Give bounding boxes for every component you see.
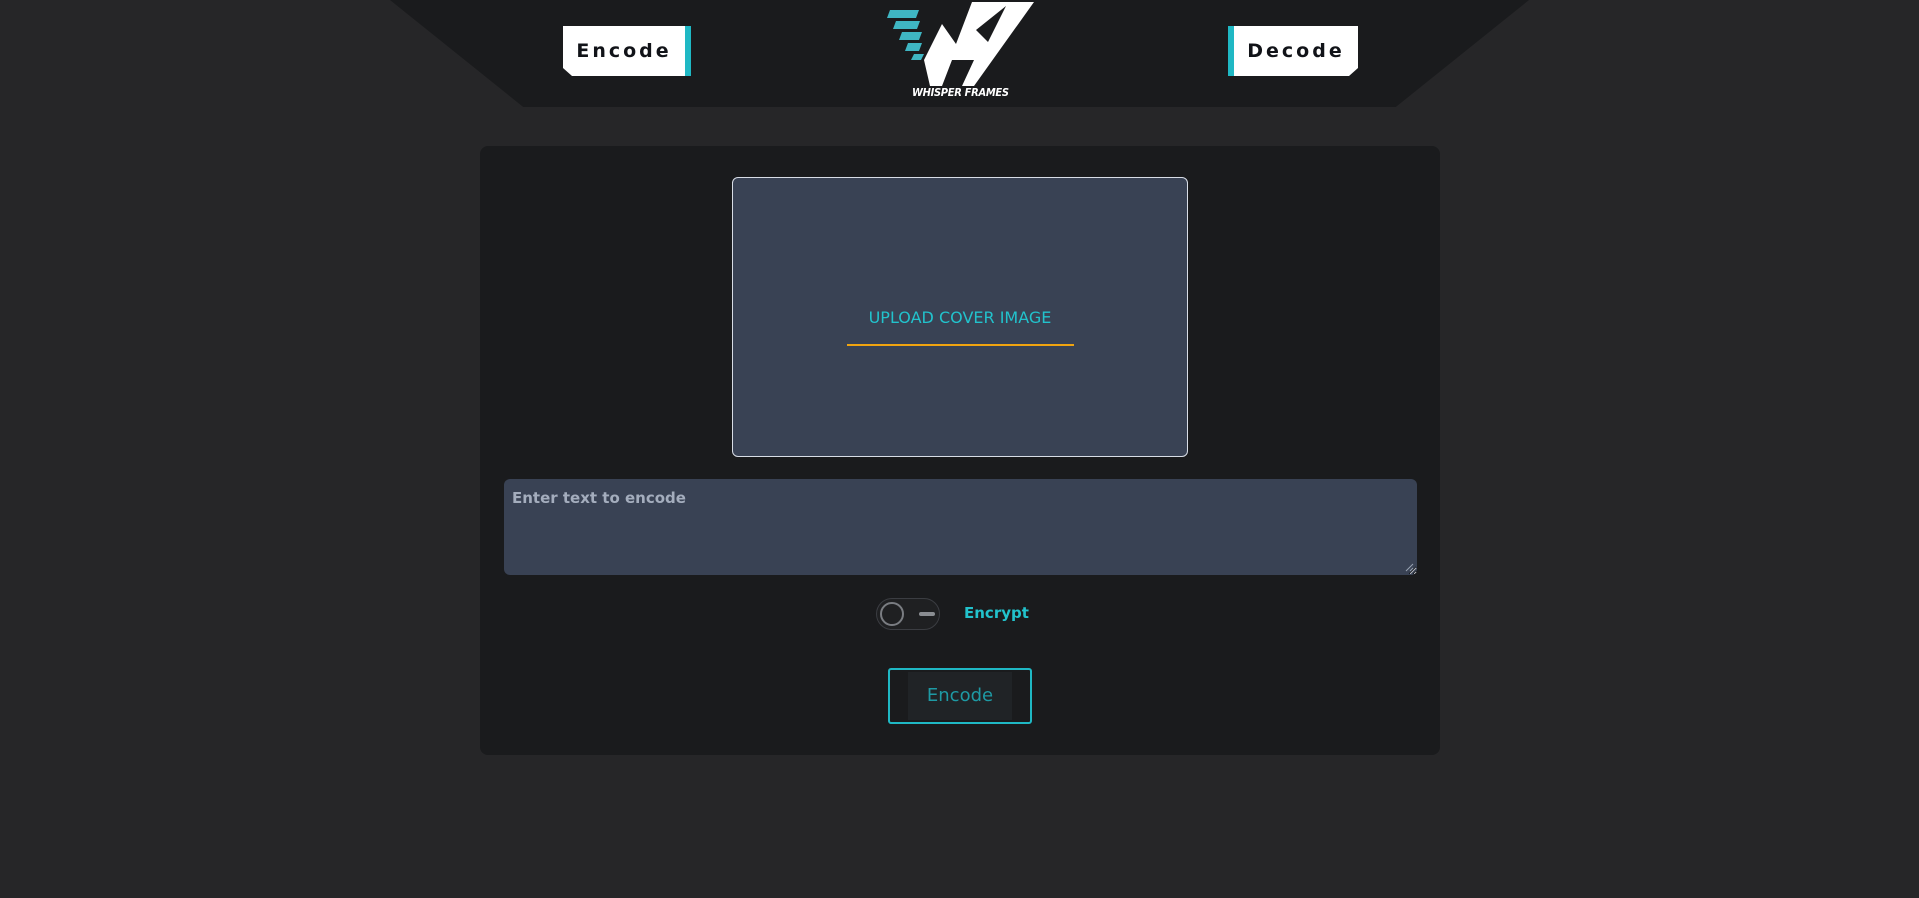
encode-button-label: Encode	[926, 685, 994, 706]
encode-tab-button[interactable]: Encode	[563, 26, 691, 76]
encrypt-label: Encrypt	[964, 604, 1029, 622]
logo-text: WHISPER FRAMES	[912, 86, 1009, 99]
upload-cover-image-dropzone[interactable]: UPLOAD COVER IMAGE	[732, 177, 1188, 457]
decode-tab-button[interactable]: Decode	[1228, 26, 1358, 76]
encrypt-toggle[interactable]	[876, 598, 940, 630]
encode-button[interactable]: Encode	[888, 668, 1032, 724]
toggle-knob	[880, 602, 904, 626]
logo[interactable]: WHISPER FRAMES	[884, 0, 1038, 102]
whisper-frames-logo-icon	[887, 2, 1034, 86]
resize-grip-icon[interactable]	[1405, 563, 1414, 572]
upload-label: UPLOAD COVER IMAGE	[868, 308, 1052, 327]
upload-underline	[847, 344, 1074, 346]
toggle-off-icon	[919, 612, 935, 616]
message-input[interactable]	[504, 479, 1417, 575]
